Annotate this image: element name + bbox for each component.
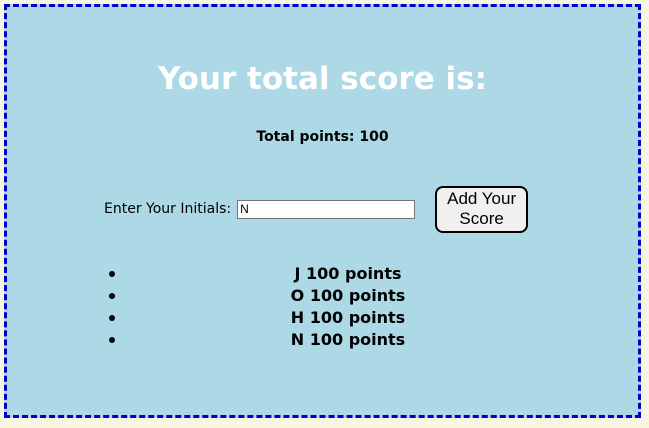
initials-label: Enter Your Initials: <box>104 201 232 217</box>
bullet-icon <box>109 271 115 277</box>
score-list: J 100 points O 100 points H 100 points N… <box>109 263 587 351</box>
initials-form: Enter Your Initials: Add YourScore <box>104 185 529 233</box>
total-points-text: Total points: 100 <box>256 129 389 145</box>
initials-input[interactable] <box>237 199 416 219</box>
add-score-button-label-line2: Score <box>459 209 504 228</box>
page-title: Your total score is: <box>157 61 488 97</box>
score-item-text: O 100 points <box>290 286 406 305</box>
score-panel: Your total score is: Total points: 100 E… <box>4 4 641 418</box>
bullet-icon <box>109 337 115 343</box>
score-list-item: N 100 points <box>109 329 587 351</box>
score-item-text: H 100 points <box>290 308 406 327</box>
score-list-item: O 100 points <box>109 285 587 307</box>
bullet-icon <box>109 315 115 321</box>
bullet-icon <box>109 293 115 299</box>
score-list-item: H 100 points <box>109 307 587 329</box>
add-score-button[interactable]: Add Your Score <box>435 185 529 233</box>
add-score-button-label-line1: Add Your <box>447 189 517 208</box>
score-list-item: J 100 points <box>109 263 587 285</box>
score-item-text: J 100 points <box>294 264 402 283</box>
score-item-text: N 100 points <box>290 330 406 349</box>
